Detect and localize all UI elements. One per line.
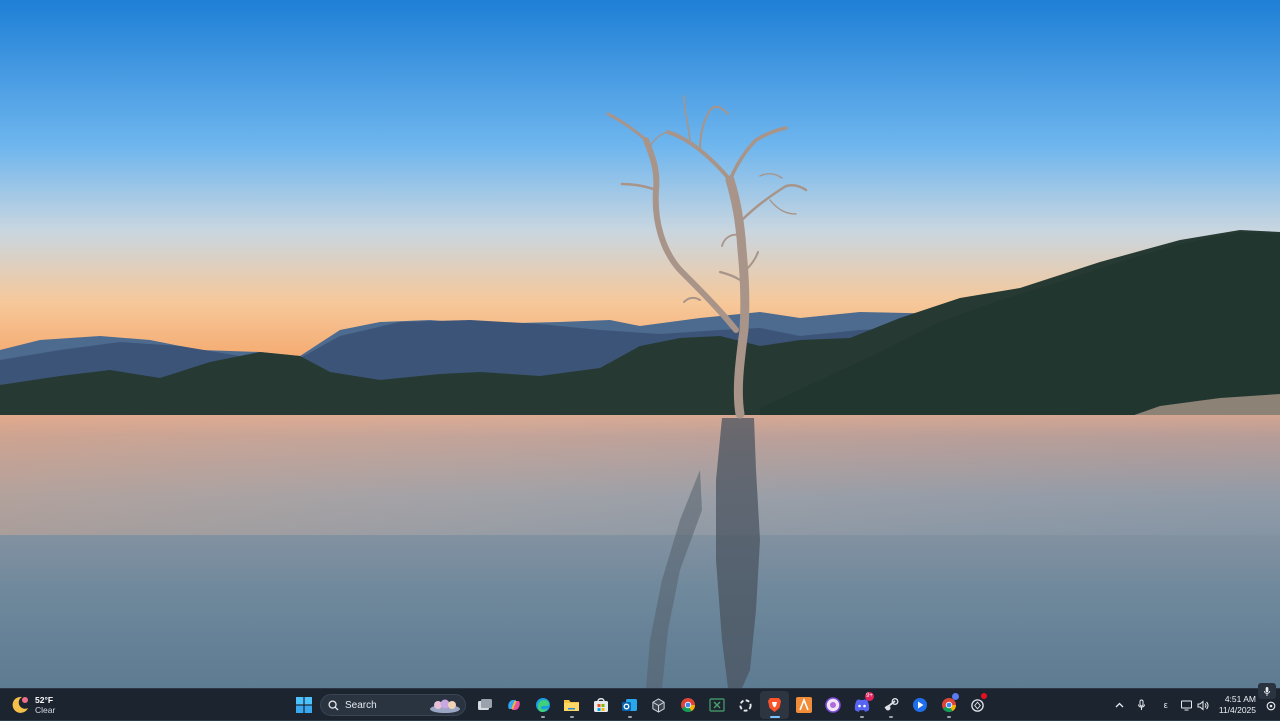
taskbar: 52°F Clear Search 9+ ε 4:51 AM 11/4/2025 — [0, 683, 1280, 721]
unity-hub-button[interactable] — [644, 691, 673, 719]
chevron-up-icon — [1115, 702, 1124, 708]
microphone-button[interactable] — [1131, 691, 1153, 719]
copilot-button[interactable] — [499, 691, 528, 719]
system-tray: ε 4:51 AM 11/4/2025 — [1109, 689, 1280, 721]
folder-icon — [564, 700, 579, 711]
blue-play-icon — [912, 698, 927, 712]
chrome-profile-button[interactable] — [934, 691, 963, 719]
brave-icon — [768, 698, 781, 712]
language-indicator[interactable]: ε — [1153, 691, 1179, 719]
notification-badge — [981, 693, 987, 699]
cube-icon — [652, 697, 665, 713]
outlook-button[interactable] — [615, 691, 644, 719]
edge-button[interactable] — [528, 691, 557, 719]
chatgpt-button[interactable] — [963, 691, 992, 719]
edge-icon — [535, 698, 550, 712]
speaker-icon — [1197, 699, 1209, 711]
search-highlight-icon — [430, 699, 460, 713]
file-explorer-button[interactable] — [557, 691, 586, 719]
spreadsheet-button[interactable] — [702, 691, 731, 719]
show-hidden-icons-button[interactable] — [1109, 691, 1131, 719]
task-view-button[interactable] — [470, 691, 499, 719]
voice-access-button[interactable] — [1258, 683, 1276, 699]
network-icon — [1180, 700, 1192, 710]
clock-time: 4:51 AM — [1224, 694, 1256, 704]
spinner-icon — [739, 698, 752, 712]
orange-a-icon — [795, 697, 812, 713]
steam-icon — [884, 698, 898, 711]
store-button[interactable] — [586, 691, 615, 719]
openai-icon — [971, 698, 984, 712]
discord-button[interactable]: 9+ — [847, 691, 876, 719]
spreadsheet-icon — [708, 698, 725, 712]
notification-settings-icon — [1266, 701, 1276, 711]
orange-a-app-button[interactable] — [789, 691, 818, 719]
search-icon — [328, 699, 339, 711]
purple-circle-app-button[interactable] — [818, 691, 847, 719]
clock[interactable]: 4:51 AM 11/4/2025 — [1219, 694, 1256, 716]
copilot-icon — [507, 700, 520, 710]
weather-condition: Clear — [35, 705, 56, 715]
chrome-icon — [680, 698, 695, 713]
microphone-icon — [1138, 699, 1146, 710]
task-view-icon — [477, 699, 492, 710]
store-icon — [593, 698, 608, 712]
language-label: ε — [1163, 700, 1168, 710]
taskbar-pinned-apps: Search 9+ — [289, 691, 992, 719]
network-button[interactable] — [1179, 691, 1195, 719]
chrome-button[interactable] — [673, 691, 702, 719]
brave-button[interactable] — [760, 691, 789, 719]
spinner-app-button[interactable] — [731, 691, 760, 719]
discord-notification-badge: 9+ — [865, 692, 874, 701]
purple-circle-icon — [824, 697, 841, 713]
volume-button[interactable] — [1195, 691, 1211, 719]
desktop-wallpaper — [0, 0, 1280, 688]
microphone-icon — [1263, 686, 1271, 696]
start-button[interactable] — [289, 691, 318, 719]
blue-app-button[interactable] — [905, 691, 934, 719]
outlook-icon — [622, 699, 637, 711]
moon-weather-icon — [10, 695, 30, 715]
profile-badge — [952, 693, 959, 700]
clock-date: 11/4/2025 — [1218, 705, 1256, 715]
steam-button[interactable] — [876, 691, 905, 719]
search-label: Search — [345, 699, 377, 711]
weather-temperature: 52°F — [35, 695, 54, 705]
search-input[interactable]: Search — [320, 694, 466, 716]
weather-widget[interactable]: 52°F Clear — [10, 692, 55, 718]
windows-start-icon — [295, 697, 312, 713]
